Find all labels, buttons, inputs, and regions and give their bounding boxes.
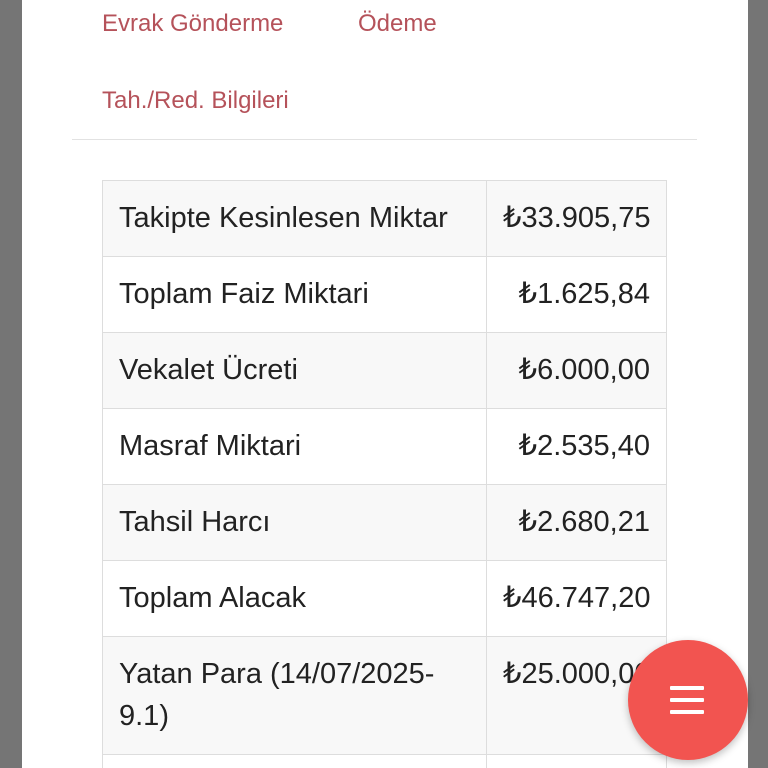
- row-label: Tahsil Harcı: [102, 484, 487, 561]
- row-value: ₺1.625,84: [486, 256, 667, 333]
- row-label: Yatan Para (14/07/2025-9.1): [102, 636, 487, 755]
- row-label: Takipte Kesinlesen Miktar: [102, 180, 487, 257]
- menu-icon: [670, 710, 704, 714]
- menu-icon: [670, 698, 704, 702]
- row-value: [486, 754, 667, 768]
- row-value: ₺46.747,20: [486, 560, 667, 637]
- row-label: Vekalet Ücreti: [102, 332, 487, 409]
- row-value: ₺2.535,40: [486, 408, 667, 485]
- table-row: Takipte Kesinlesen Miktar ₺33.905,75: [102, 180, 667, 257]
- table-row: Yatan Para (14/07/2025-9.1) ₺25.000,00: [102, 636, 667, 755]
- tab-odeme[interactable]: Ödeme: [358, 9, 437, 39]
- table-row: Toplam Alacak ₺46.747,20: [102, 560, 667, 637]
- row-value: ₺33.905,75: [486, 180, 667, 257]
- tab-evrak-gonderme[interactable]: Evrak Gönderme: [102, 9, 283, 39]
- nav-divider: [72, 139, 697, 140]
- row-label: Toplam Alacak: [102, 560, 487, 637]
- table-row: Toplam Faiz Miktari ₺1.625,84: [102, 256, 667, 333]
- row-value: ₺6.000,00: [486, 332, 667, 409]
- row-value: ₺2.680,21: [486, 484, 667, 561]
- menu-fab-button[interactable]: [628, 640, 748, 760]
- tab-tahsilat-reddiyat-bilgileri[interactable]: Tah./Red. Bilgileri: [102, 86, 289, 116]
- content-panel: Evrak Gönderme Ödeme Tah./Red. Bilgileri…: [22, 0, 748, 768]
- table-row: Masraf Miktari ₺2.535,40: [102, 408, 667, 485]
- row-label: [102, 754, 487, 768]
- debt-summary-table: Takipte Kesinlesen Miktar ₺33.905,75 Top…: [102, 180, 667, 768]
- table-row: Vekalet Ücreti ₺6.000,00: [102, 332, 667, 409]
- table-row: [102, 754, 667, 768]
- row-label: Toplam Faiz Miktari: [102, 256, 487, 333]
- row-label: Masraf Miktari: [102, 408, 487, 485]
- menu-icon: [670, 686, 704, 690]
- table-row: Tahsil Harcı ₺2.680,21: [102, 484, 667, 561]
